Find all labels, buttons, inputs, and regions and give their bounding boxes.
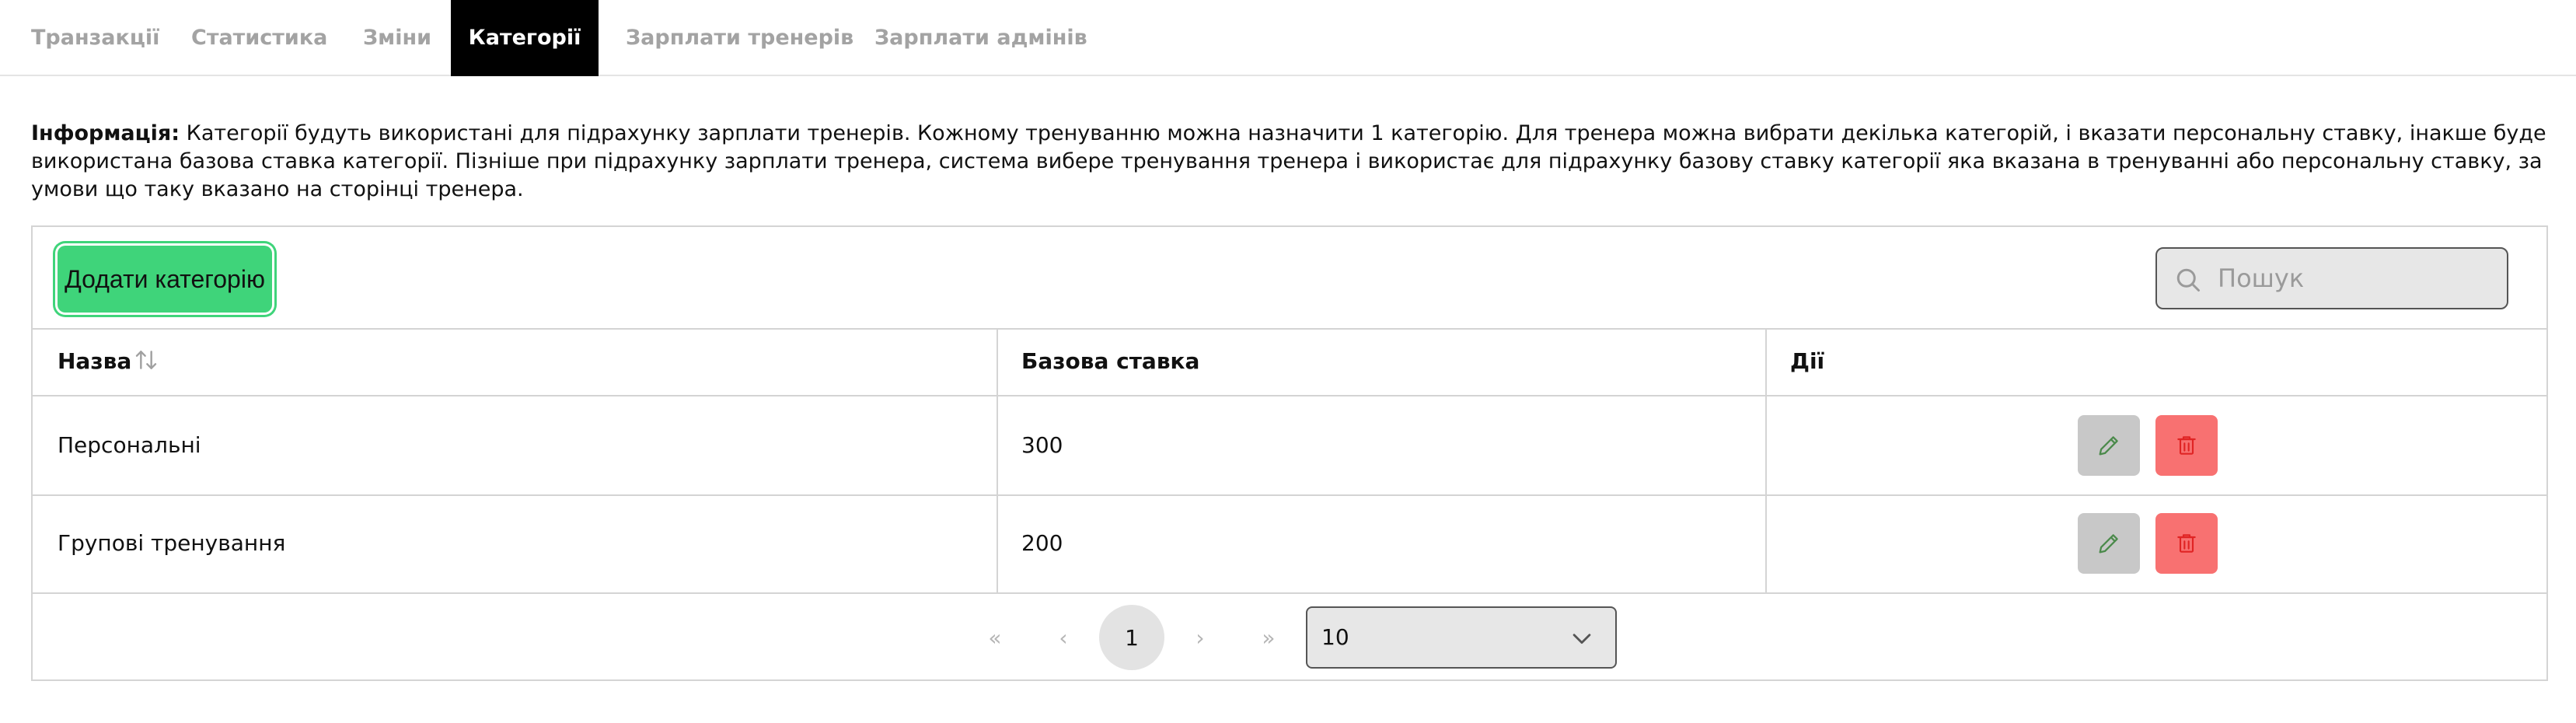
prev-page-button[interactable]: ‹ (1045, 619, 1082, 656)
tab-transactions[interactable]: Транзакції (31, 0, 159, 76)
edit-button[interactable] (2078, 513, 2140, 574)
cell-base-rate: 200 (1021, 530, 1063, 556)
tab-bar: Транзакції Статистика Зміни Категорії За… (0, 0, 2576, 76)
sort-icon[interactable] (134, 348, 159, 372)
tab-trainer-salaries[interactable]: Зарплати тренерів (626, 0, 853, 76)
search-box[interactable] (2155, 247, 2508, 309)
trash-icon (2177, 436, 2196, 455)
search-icon (2176, 268, 2200, 292)
cell-base-rate: 300 (1021, 432, 1063, 458)
page-size-select[interactable]: 10 (1306, 606, 1617, 669)
info-text: Інформація: Категорії будуть використані… (31, 120, 2550, 204)
header-actions: Дії (1790, 348, 1825, 374)
tab-shifts[interactable]: Зміни (363, 0, 431, 76)
column-divider (997, 328, 998, 594)
page-1-button[interactable]: 1 (1099, 605, 1164, 670)
table-bottom-border (33, 592, 2546, 594)
delete-button[interactable] (2155, 415, 2218, 476)
table-row-border (33, 494, 2546, 496)
tab-categories[interactable]: Категорії (451, 0, 599, 76)
table-header-border (33, 395, 2546, 396)
chevron-down-icon (1572, 634, 1591, 644)
info-body: Категорії будуть використані для підраху… (31, 121, 2546, 201)
search-input[interactable] (2218, 249, 2497, 308)
cell-name: Персональні (58, 432, 201, 458)
last-page-button[interactable]: » (1250, 619, 1287, 656)
table-top-border (33, 328, 2546, 330)
pencil-icon (2099, 534, 2118, 554)
edit-button[interactable] (2078, 415, 2140, 476)
pencil-icon (2099, 436, 2118, 456)
categories-card: Додати категорію Назва Базова ставка Дії… (31, 225, 2548, 681)
info-label: Інформація: (31, 121, 180, 145)
tab-statistics[interactable]: Статистика (191, 0, 327, 76)
header-base-rate: Базова ставка (1021, 348, 1200, 374)
trash-icon (2177, 534, 2196, 553)
cell-name: Групові тренування (58, 530, 286, 556)
tab-admin-salaries[interactable]: Зарплати адмінів (874, 0, 1087, 76)
page-size-value: 10 (1321, 624, 1349, 650)
add-category-button[interactable]: Додати категорію (58, 246, 272, 313)
delete-button[interactable] (2155, 513, 2218, 574)
column-divider (1765, 328, 1767, 594)
header-name[interactable]: Назва (58, 348, 131, 374)
next-page-button[interactable]: › (1182, 619, 1219, 656)
first-page-button[interactable]: « (976, 619, 1014, 656)
